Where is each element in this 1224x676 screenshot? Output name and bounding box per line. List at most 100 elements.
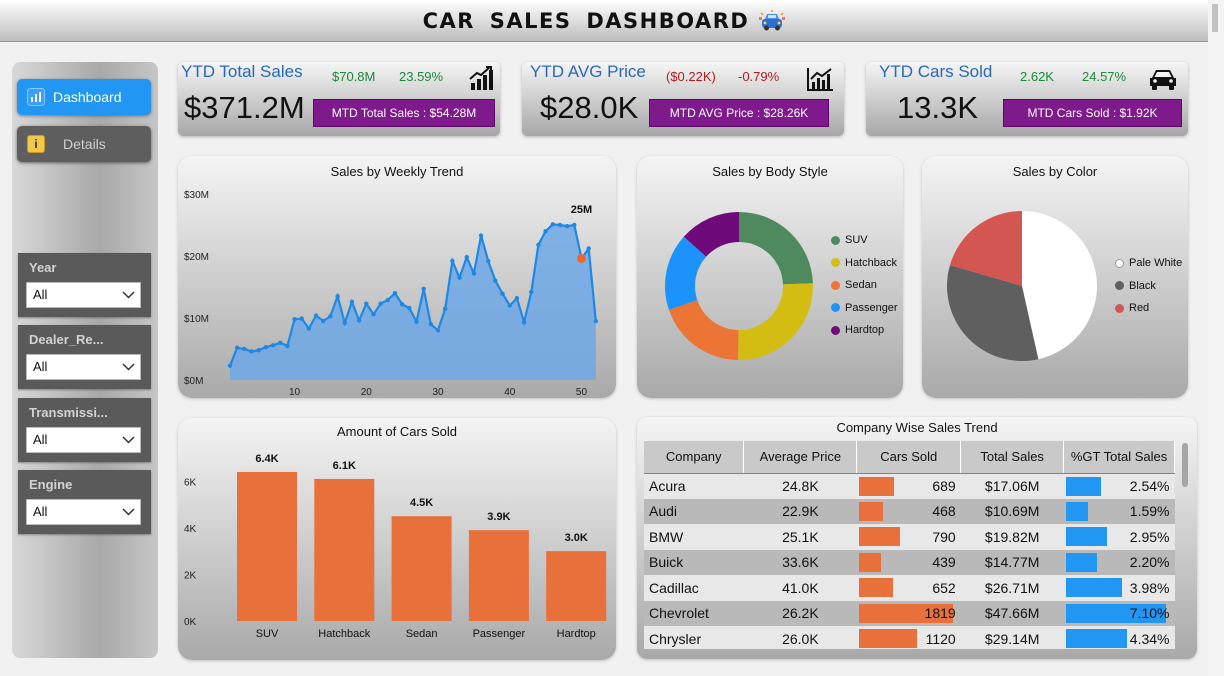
weekly-data-point[interactable] [586, 246, 591, 251]
weekly-data-point[interactable] [385, 297, 391, 303]
weekly-data-point[interactable] [450, 258, 455, 264]
bar-suv[interactable] [237, 471, 297, 621]
weekly-data-point[interactable] [536, 242, 541, 248]
table-scrollbar[interactable] [1181, 441, 1189, 649]
weekly-data-point[interactable] [521, 320, 527, 325]
legend-item-sedan[interactable]: Sedan [831, 274, 898, 297]
weekly-data-point[interactable] [428, 322, 434, 327]
filter-transmission-select[interactable]: All [26, 427, 141, 453]
table-scrollbar-thumb[interactable] [1182, 443, 1188, 487]
weekly-data-point[interactable] [493, 278, 498, 283]
nav-dashboard-button[interactable]: Dashboard [17, 79, 151, 115]
weekly-data-point[interactable] [421, 286, 426, 292]
weekly-data-point[interactable] [572, 222, 577, 228]
weekly-data-point[interactable] [378, 301, 383, 306]
weekly-data-point[interactable] [464, 255, 469, 260]
weekly-data-point[interactable] [278, 340, 283, 345]
weekly-data-point[interactable] [256, 348, 261, 353]
weekly-data-point[interactable] [564, 224, 570, 229]
weekly-data-point[interactable] [435, 328, 441, 333]
weekly-data-point[interactable] [242, 346, 247, 352]
weekly-data-point[interactable] [299, 316, 304, 321]
slice-sedan[interactable] [668, 300, 739, 360]
bar-sedan[interactable] [391, 516, 452, 621]
weekly-data-point[interactable] [356, 318, 362, 323]
y-tick-label: $10M [184, 314, 209, 325]
filter-engine-select[interactable]: All [26, 499, 141, 525]
table-row[interactable]: Buick 33.6K 439 $14.77M 2.20% [644, 549, 1175, 575]
weekly-data-point[interactable] [249, 349, 254, 354]
weekly-data-point[interactable] [371, 312, 376, 317]
weekly-data-point[interactable] [321, 318, 326, 324]
weekly-data-point[interactable] [507, 303, 512, 308]
weekly-data-point[interactable] [342, 320, 347, 326]
weekly-data-point[interactable] [543, 229, 548, 234]
filter-year-select[interactable]: All [26, 282, 141, 308]
table-row[interactable]: Acura 24.8K 689 $17.06M 2.54% [644, 473, 1175, 499]
weekly-data-point[interactable] [500, 291, 505, 297]
weekly-data-point[interactable] [328, 313, 333, 319]
bar-hatchback[interactable] [314, 478, 375, 621]
col-header-total-sales[interactable]: Total Sales [960, 441, 1065, 474]
weekly-data-point[interactable] [557, 222, 563, 228]
weekly-data-point[interactable] [270, 343, 276, 348]
legend-item-pale-white[interactable]: Pale White [1115, 252, 1182, 275]
weekly-data-point[interactable] [392, 291, 398, 296]
weekly-data-point[interactable] [407, 305, 412, 311]
legend-item-black[interactable]: Black [1115, 275, 1182, 298]
page-scrollbar-thumb[interactable] [1212, 4, 1218, 32]
filter-dealer-region-select[interactable]: All [26, 354, 141, 380]
weekly-data-point[interactable] [234, 345, 240, 350]
cell-gt-total-sales: 2.95% [1063, 524, 1175, 550]
weekly-data-point[interactable] [263, 344, 269, 350]
cars-sold-databar [858, 501, 883, 521]
col-header-average-price[interactable]: Average Price [743, 441, 858, 474]
weekly-data-point[interactable] [593, 318, 599, 324]
bar-passenger[interactable] [468, 530, 529, 621]
weekly-data-point[interactable] [471, 271, 477, 276]
col-header-cars-sold[interactable]: Cars Sold [856, 441, 962, 474]
table-row[interactable]: BMW 25.1K 790 $19.82M 2.95% [644, 524, 1175, 550]
weekly-data-point[interactable] [414, 319, 419, 324]
legend-item-passenger[interactable]: Passenger [831, 297, 898, 320]
x-tick-label: Hatchback [318, 628, 370, 640]
cars-sold-value: 689 [932, 478, 956, 494]
cell-cars-sold: 790 [856, 524, 961, 550]
weekly-data-point[interactable] [364, 301, 369, 306]
slice-hatchback[interactable] [738, 283, 813, 360]
filter-engine: Engine All [18, 470, 151, 534]
weekly-data-point[interactable] [349, 299, 355, 305]
weekly-data-point[interactable] [550, 222, 555, 227]
weekly-data-point[interactable] [227, 363, 233, 368]
legend-item-red[interactable]: Red [1115, 297, 1182, 320]
weekly-data-point[interactable] [442, 306, 448, 311]
page-scrollbar[interactable] [1208, 0, 1224, 676]
weekly-data-point[interactable] [529, 289, 534, 295]
legend-color-dot [831, 325, 840, 335]
weekly-data-point[interactable] [486, 258, 491, 264]
table-row[interactable]: Audi 22.9K 468 $10.69M 1.59% [644, 498, 1175, 524]
weekly-data-point[interactable] [514, 295, 520, 301]
weekly-data-point[interactable] [457, 275, 462, 280]
slice-suv[interactable] [739, 212, 813, 285]
weekly-data-point[interactable] [576, 253, 586, 263]
legend-item-hardtop[interactable]: Hardtop [831, 319, 898, 342]
weekly-data-point[interactable] [478, 233, 484, 238]
bar-hardtop[interactable] [546, 551, 607, 621]
legend-item-suv[interactable]: SUV [831, 229, 898, 252]
bar-data-label: 4.5K [410, 497, 433, 509]
cell-average-price: 22.9K [743, 498, 857, 524]
legend-item-hatchback[interactable]: Hatchback [831, 252, 898, 275]
table-row[interactable]: Cadillac 41.0K 652 $26.71M 3.98% [644, 575, 1175, 601]
col-header-company[interactable]: Company [644, 441, 745, 474]
col-header-gt-total-sales[interactable]: %GT Total Sales [1063, 441, 1175, 474]
nav-details-button[interactable]: i Details [17, 126, 151, 162]
weekly-data-point[interactable] [399, 302, 405, 307]
weekly-data-point[interactable] [313, 313, 319, 318]
weekly-data-point[interactable] [306, 326, 312, 331]
weekly-data-point[interactable] [285, 343, 290, 349]
weekly-data-point[interactable] [335, 294, 340, 299]
table-row[interactable]: Chevrolet 26.2K 1819 $47.66M 7.10% [644, 600, 1175, 626]
table-row[interactable]: Chrysler 26.0K 1120 $29.14M 4.34% [644, 626, 1175, 649]
weekly-data-point[interactable] [292, 317, 297, 322]
